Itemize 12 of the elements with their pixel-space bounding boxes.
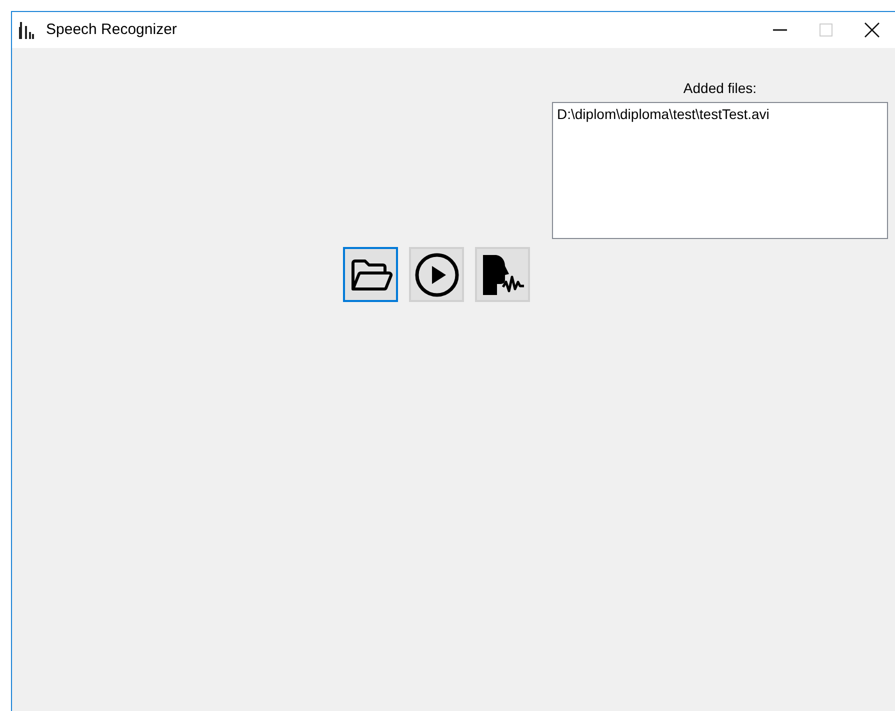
recognize-button[interactable] bbox=[475, 247, 530, 302]
folder-icon bbox=[348, 256, 392, 292]
app-icon bbox=[18, 21, 36, 39]
open-button[interactable] bbox=[343, 247, 398, 302]
window-title: Speech Recognizer bbox=[46, 20, 177, 40]
close-icon bbox=[864, 22, 880, 38]
file-item[interactable]: D:\diplom\diploma\test\testTest.avi bbox=[557, 106, 883, 122]
play-icon bbox=[414, 252, 460, 298]
play-button[interactable] bbox=[409, 247, 464, 302]
maximize-icon bbox=[819, 23, 833, 37]
files-label: Added files: bbox=[683, 80, 757, 96]
minimize-icon bbox=[773, 29, 787, 31]
